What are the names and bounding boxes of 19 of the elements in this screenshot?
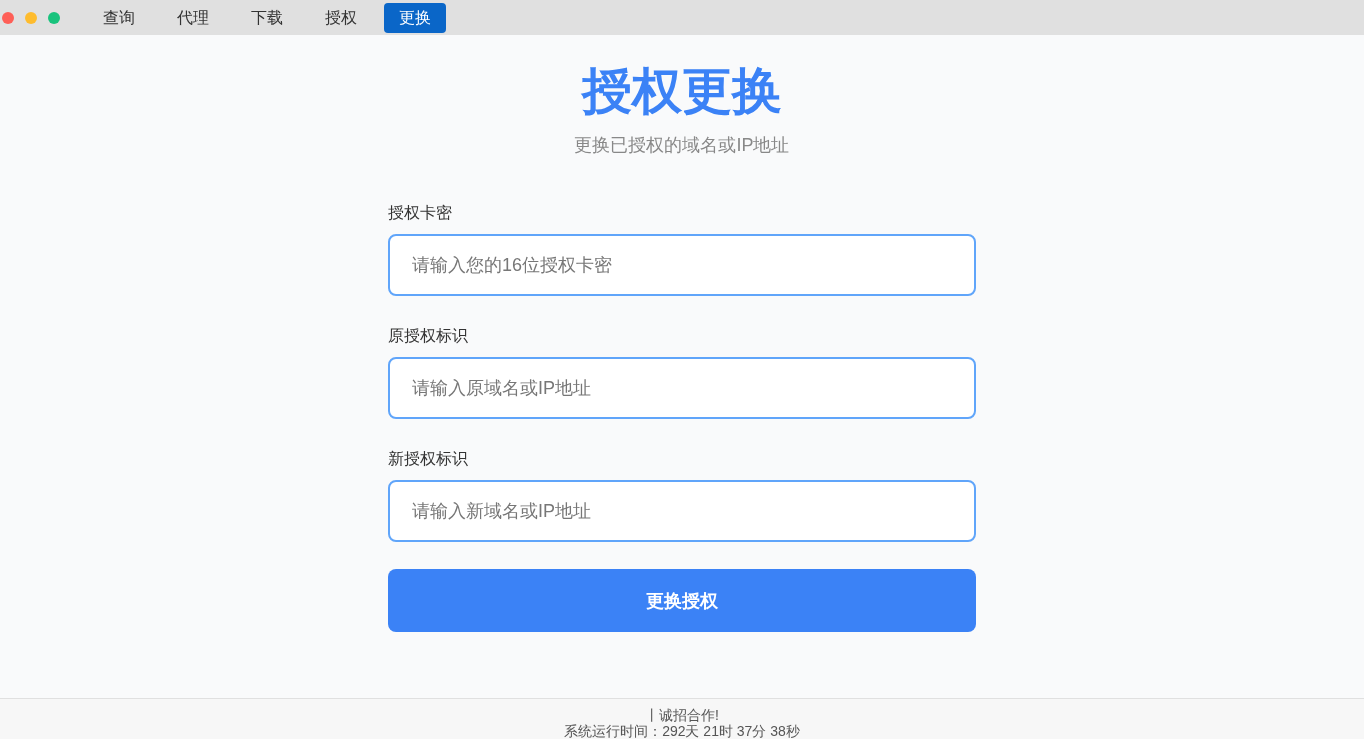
input-field[interactable]: 请输入您的16位授权卡密 xyxy=(388,234,976,296)
input-field[interactable]: 请输入新域名或IP地址 xyxy=(388,480,976,542)
nav-tab[interactable]: 查询 xyxy=(88,2,150,33)
submit-button[interactable]: 更换授权 xyxy=(388,569,976,632)
input-field[interactable]: 请输入原域名或IP地址 xyxy=(388,357,976,419)
field-label: 授权卡密 xyxy=(388,203,452,223)
page-subtitle: 更换已授权的域名或IP地址 xyxy=(574,134,790,157)
nav-tab[interactable]: 下载 xyxy=(236,2,298,33)
nav-tab[interactable]: 更换 xyxy=(384,2,446,33)
nav-tab[interactable]: 代理 xyxy=(162,2,224,33)
minimize-icon[interactable] xyxy=(25,11,37,24)
maximize-icon[interactable] xyxy=(48,11,60,24)
uptime-text: 系统运行时间：292天 21时 37分 38秒 xyxy=(564,723,800,739)
page-title: 授权更换 xyxy=(582,62,782,121)
field-label: 原授权标识 xyxy=(388,326,468,346)
footer-slogan: 丨诚招合作! xyxy=(645,707,719,723)
nav-tab[interactable]: 授权 xyxy=(310,2,372,33)
close-icon[interactable] xyxy=(2,11,14,24)
field-label: 新授权标识 xyxy=(388,449,468,469)
